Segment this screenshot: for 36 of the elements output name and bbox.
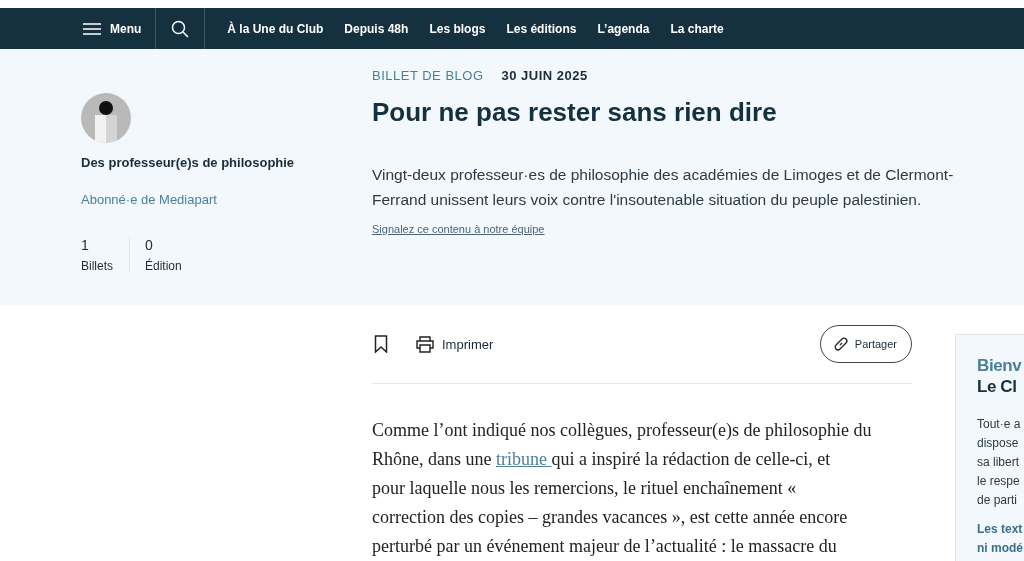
printer-icon: [416, 335, 434, 353]
card-title: Bienv: [977, 355, 1023, 376]
search-icon: [171, 19, 190, 38]
nav-link[interactable]: Depuis 48h: [344, 21, 409, 36]
post-date: 30 JUIN 2025: [501, 68, 588, 83]
bookmark-button[interactable]: [374, 335, 388, 353]
post-title: Pour ne pas rester sans rien dire: [372, 97, 778, 128]
tribune-link[interactable]: tribune: [496, 449, 552, 469]
card-link-text[interactable]: ni modé: [977, 539, 1024, 558]
nav-link[interactable]: Les éditions: [506, 21, 577, 36]
report-link[interactable]: Signalez ce contenu à notre équipe: [372, 223, 545, 235]
nav-link[interactable]: La charte: [670, 21, 724, 36]
bookmark-icon: [374, 335, 388, 353]
post-lead: Vingt-deux professeur·es de philosophie des académies de Limoges et de Clermont-Ferrand unissent leurs voix contre l'insoutenable situation du peuple palestinien.: [372, 165, 955, 210]
menu-icon: [83, 22, 101, 35]
nav-link[interactable]: L’agenda: [597, 21, 650, 36]
post-category: BILLET DE BLOG: [372, 68, 484, 83]
stat-value: 1: [81, 237, 90, 253]
stat-label: Édition: [145, 259, 182, 273]
avatar-icon: [81, 93, 131, 143]
card-text: le respe: [977, 473, 1021, 490]
nav-link[interactable]: À la Une du Club: [227, 21, 324, 36]
card-link-text[interactable]: Les text: [977, 520, 1024, 539]
print-button[interactable]: Imprimer: [416, 335, 494, 353]
nav-link[interactable]: Les blogs: [429, 21, 486, 36]
card-text: dispose: [977, 435, 1020, 452]
author-status[interactable]: Abonné·e de Mediapart: [81, 192, 372, 207]
card-text: Tout·e a: [977, 416, 1022, 433]
card-text: sa libert: [977, 454, 1021, 471]
stat-value: 0: [145, 237, 154, 253]
card-text: de parti: [977, 492, 1019, 509]
link-icon: [832, 336, 849, 352]
author-name: Des professeur(e)s de philosophie: [81, 155, 296, 170]
stat-label: Billets: [81, 259, 113, 273]
article-paragraph: Comme l’ont indiqué nos collègues, professeur(e)s de philosophie du Rhône, dans une tribune qui a inspiré la rédaction de celle-ci, et pour laquelle nous les remercions, le rituel enchaînement « correction des copies – grandes vacances », est cette année encore perturbé par un événement majeur de l’actualité : le massacre du: [372, 419, 873, 558]
card-title: Le Cl: [977, 376, 1018, 397]
